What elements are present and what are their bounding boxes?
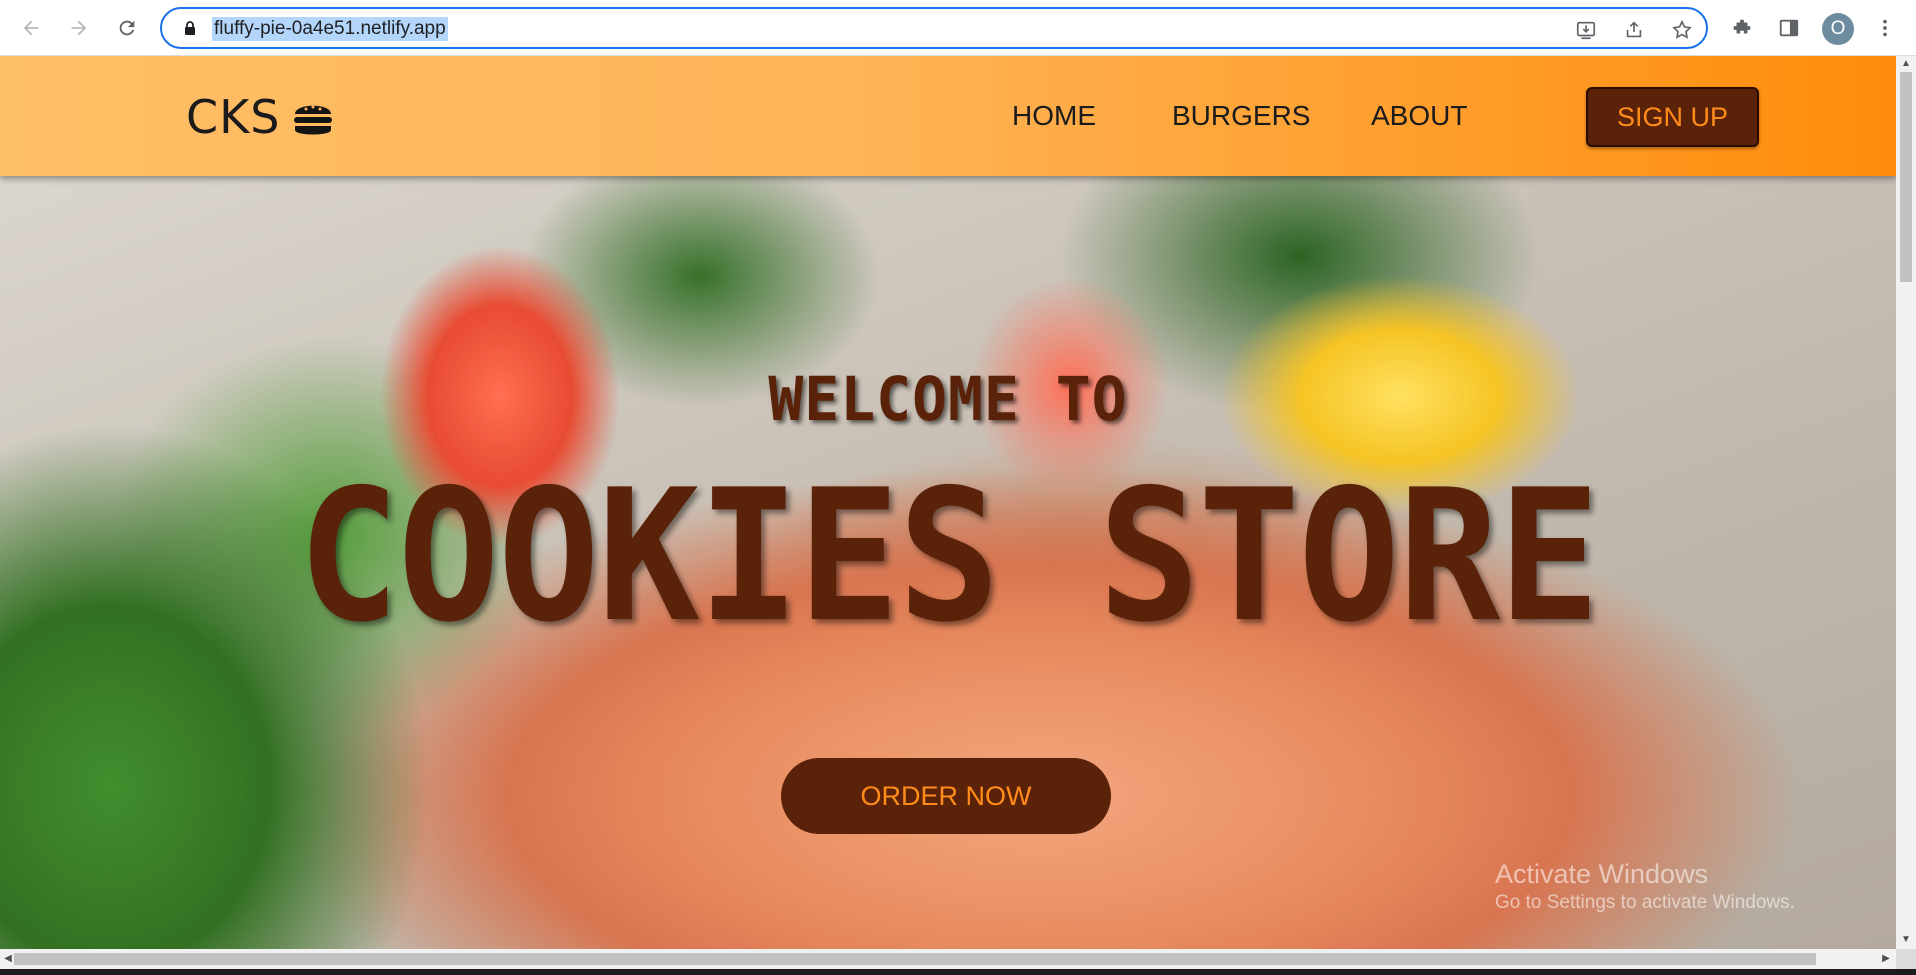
vertical-scrollbar[interactable]: ▲ ▼ xyxy=(1896,56,1916,949)
scroll-right-arrow-icon[interactable]: ▶ xyxy=(1880,953,1892,965)
scroll-left-arrow-icon[interactable]: ◀ xyxy=(2,953,14,965)
horizontal-scroll-thumb[interactable] xyxy=(14,953,1816,965)
url-text[interactable]: fluffy-pie-0a4e51.netlify.app xyxy=(212,17,448,41)
os-taskbar-edge xyxy=(0,969,1916,975)
page-viewport: CKS HOME BURGERS ABOUT SIGN UP WELCOME T… xyxy=(0,56,1896,949)
back-icon[interactable] xyxy=(15,12,47,44)
forward-icon[interactable] xyxy=(63,12,95,44)
horizontal-scrollbar[interactable]: ◀ ▶ xyxy=(0,949,1896,969)
address-bar[interactable]: fluffy-pie-0a4e51.netlify.app xyxy=(160,7,1708,49)
watermark-title: Activate Windows xyxy=(1495,859,1709,889)
nav-burgers[interactable]: BURGERS xyxy=(1172,100,1310,132)
menu-kebab-icon[interactable] xyxy=(1871,14,1899,42)
install-icon[interactable] xyxy=(1574,18,1598,42)
sign-up-button[interactable]: SIGN UP xyxy=(1586,87,1759,147)
side-panel-icon[interactable] xyxy=(1775,14,1803,42)
reload-icon[interactable] xyxy=(111,12,143,44)
browser-toolbar: fluffy-pie-0a4e51.netlify.app O xyxy=(0,0,1916,56)
scroll-up-arrow-icon[interactable]: ▲ xyxy=(1900,58,1912,70)
site-logo[interactable]: CKS xyxy=(186,94,280,140)
profile-avatar[interactable]: O xyxy=(1822,13,1854,45)
extensions-icon[interactable] xyxy=(1728,14,1756,42)
scrollbar-corner xyxy=(1896,949,1916,969)
scroll-down-arrow-icon[interactable]: ▼ xyxy=(1900,934,1912,946)
lock-icon[interactable] xyxy=(182,20,198,36)
hero-title: COOKIES STORE xyxy=(297,450,1600,662)
nav-home[interactable]: HOME xyxy=(1012,100,1096,132)
windows-activation-watermark: Activate Windows Go to Settings to activ… xyxy=(1495,858,1795,916)
share-icon[interactable] xyxy=(1622,18,1646,42)
hero-banner: WELCOME TO COOKIES STORE ORDER NOW Activ… xyxy=(0,176,1896,949)
hero-welcome-text: WELCOME TO xyxy=(768,363,1128,435)
vertical-scroll-thumb[interactable] xyxy=(1900,72,1912,282)
bookmark-star-icon[interactable] xyxy=(1670,18,1694,42)
site-header: CKS HOME BURGERS ABOUT SIGN UP xyxy=(0,56,1896,176)
nav-about[interactable]: ABOUT xyxy=(1371,100,1467,132)
burger-icon xyxy=(294,105,332,135)
watermark-subtitle: Go to Settings to activate Windows. xyxy=(1495,892,1795,913)
order-now-button[interactable]: ORDER NOW xyxy=(781,758,1111,834)
